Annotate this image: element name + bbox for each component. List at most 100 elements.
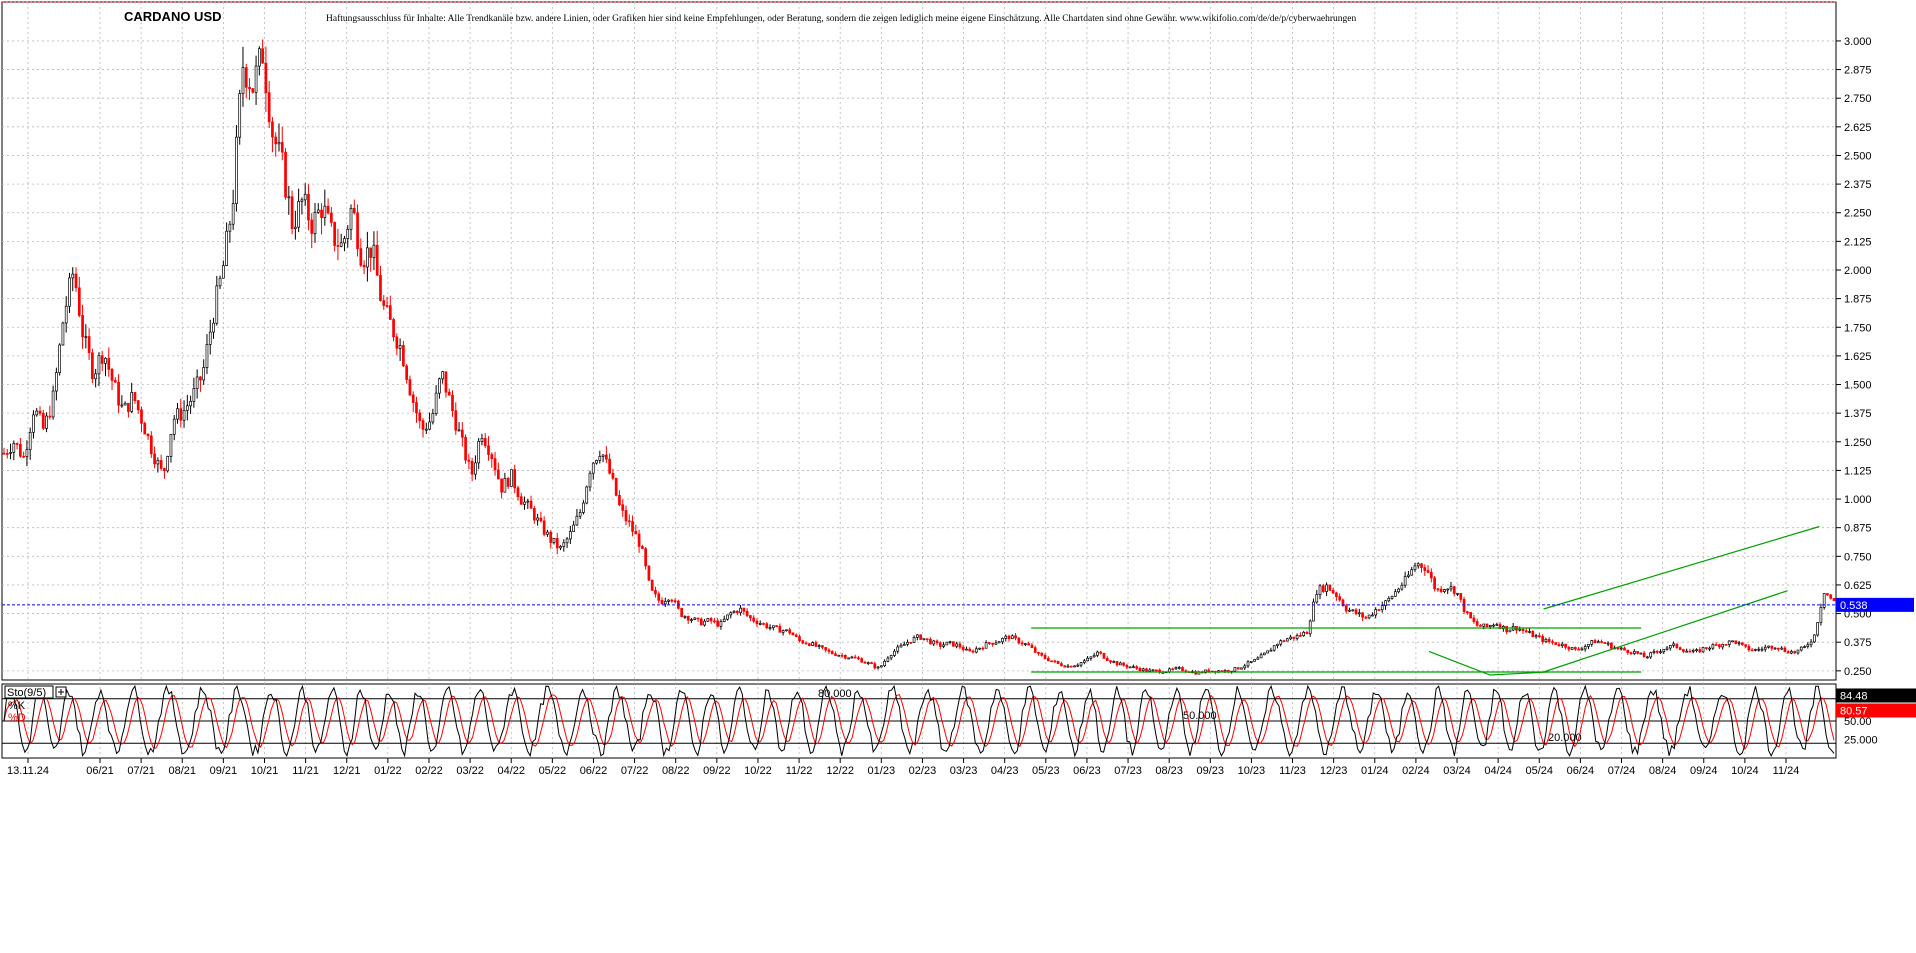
candle-body [1508,629,1512,633]
x-tick-label: 07/23 [1114,765,1142,777]
candle-body [323,205,327,218]
candle-body [624,510,628,522]
candle-body [316,209,320,213]
candle-body [582,502,585,513]
candle-body [801,640,805,644]
candle-body [880,665,883,668]
x-tick-label: 06/23 [1073,765,1101,777]
candle-body [938,642,942,647]
candle-body [709,618,713,622]
candle-body [421,420,425,430]
candle-body [771,625,775,628]
candle-body [1354,609,1358,615]
candle-body [591,462,595,474]
x-tick-label: 05/23 [1032,765,1060,777]
candle-body [153,453,156,465]
candle-body [202,367,206,381]
candle-body [64,305,68,324]
candle-body [952,641,955,647]
candle-body [1380,605,1384,611]
candle-body [405,365,409,380]
candle-body [294,226,297,229]
candle-body [1066,665,1070,668]
candle-body [778,625,782,633]
candle-body [1132,666,1135,668]
candle-body [1472,617,1476,622]
candle-body [1407,574,1410,577]
candle-body [339,242,343,247]
candle-body [1767,645,1770,648]
candle-body [1682,649,1685,652]
candle-body [418,412,422,421]
candle-body [483,438,487,447]
candle-body [1037,652,1040,654]
candle-body [195,376,199,389]
candle-body [71,273,75,279]
candle-body [1429,572,1433,579]
candle-body [225,230,228,266]
y-tick-label: 1.625 [1844,351,1872,363]
y-tick-label: 1.750 [1844,322,1872,334]
x-tick-label: 02/22 [415,765,443,777]
candle-body [460,429,464,438]
candle-body [1678,647,1682,650]
x-tick-label: 05/24 [1526,765,1554,777]
candle-body [248,86,251,89]
candle-body [1577,648,1581,651]
candle-body [1587,643,1590,647]
candle-body [526,500,530,503]
candle-body [1321,585,1325,592]
candle-body [1698,649,1702,653]
x-tick-label: 08/23 [1155,765,1183,777]
candle-body [1174,667,1178,670]
candle-body [948,641,952,643]
candle-body [1351,609,1355,612]
candle-body [804,642,808,645]
candle-body [1279,640,1283,645]
candle-body [1413,565,1417,571]
candle-body [356,212,359,249]
candle-body [978,647,981,650]
candle-body [1652,651,1656,654]
candle-body [961,646,965,651]
candle-body [1154,669,1158,672]
candle-body [627,520,631,523]
candle-body [1636,651,1639,654]
candle-body [1436,588,1440,591]
candle-body [1668,645,1672,649]
candle-body [1259,654,1263,659]
candle-body [1027,643,1031,646]
candle-body [487,445,490,455]
candle-body [212,322,215,333]
candle-body [25,449,29,457]
candle-body [51,390,55,418]
candle-body [307,193,310,221]
candle-body [267,92,271,123]
candle-body [1348,609,1351,612]
x-tick-label: 02/24 [1402,765,1430,777]
candle-body [1443,589,1446,592]
candle-body [1233,667,1237,672]
y-tick-label: 2.000 [1844,265,1872,277]
candle-body [1642,652,1646,658]
candle-body [1456,593,1459,595]
candle-body [1361,612,1364,618]
candle-body [765,623,769,629]
candle-body [1740,642,1744,645]
candle-body [1721,644,1725,648]
candle-body [1649,652,1653,658]
candle-body [467,459,471,462]
stoch-k-value: 84.48 [1840,690,1868,702]
candle-body [1462,599,1466,612]
x-tick-label: 10/24 [1731,765,1759,777]
candle-body [843,655,847,659]
candle-body [1416,563,1420,567]
candle-body [1393,591,1397,597]
candle-body [830,651,834,655]
candle-body [464,436,467,461]
candle-body [925,638,929,641]
candle-body [257,48,261,67]
candle-body [1538,635,1541,638]
candle-body [870,662,873,665]
candle-body [1629,652,1633,654]
